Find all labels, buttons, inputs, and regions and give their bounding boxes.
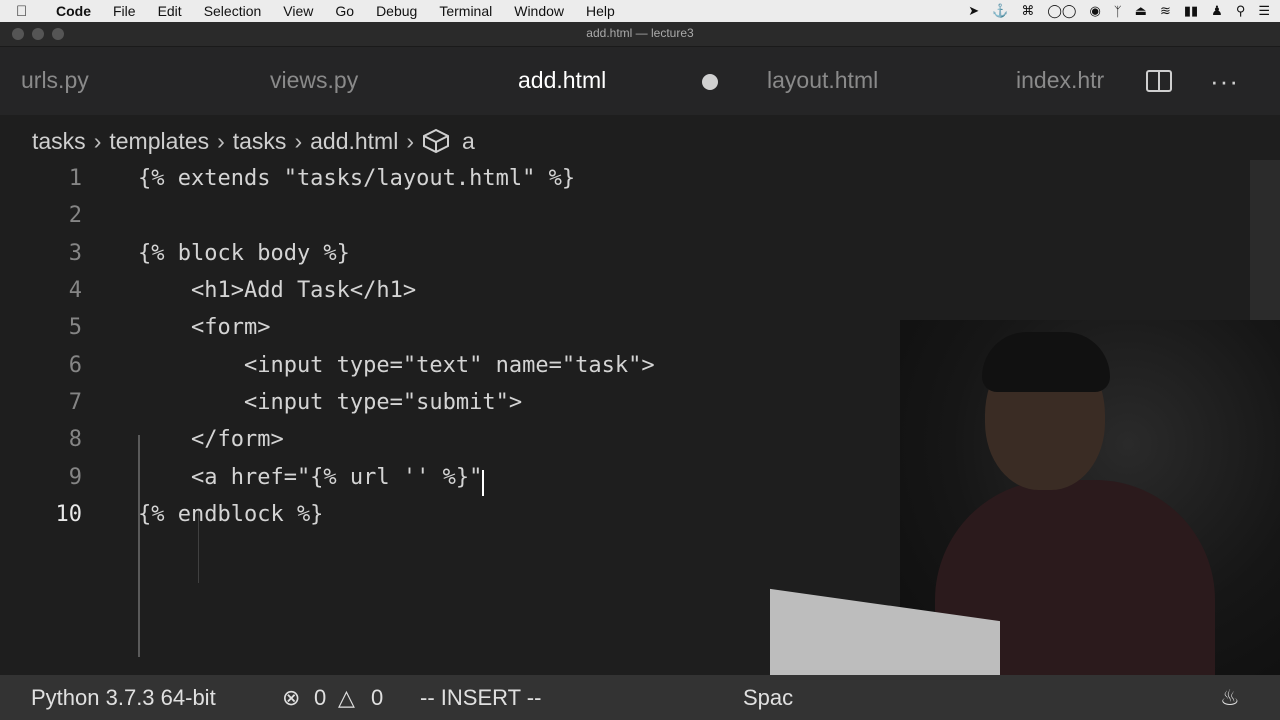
breadcrumb-item[interactable]: tasks [32, 128, 86, 155]
menu-app-name[interactable]: Code [56, 3, 91, 19]
tab-index-html[interactable]: index.htr [1016, 67, 1104, 94]
line-number: 1 [68, 166, 82, 191]
tab-views-py[interactable]: views.py [270, 67, 358, 94]
line-number: 5 [68, 315, 82, 340]
python-interpreter[interactable]: Python 3.7.3 64-bit [31, 685, 216, 711]
breadcrumb: tasks › templates › tasks › add.html › a [32, 126, 475, 156]
command-icon[interactable]: ⌘ [1021, 3, 1034, 19]
line-text: {% block body %} [138, 241, 350, 266]
breadcrumb-item[interactable]: add.html [310, 128, 398, 155]
code-line[interactable]: 3 {% block body %} [0, 241, 1280, 278]
breadcrumb-item[interactable]: templates [109, 128, 209, 155]
tab-layout-html[interactable]: layout.html [767, 67, 878, 94]
line-text: {% extends "tasks/layout.html" %} [138, 166, 576, 191]
line-number: 3 [68, 241, 82, 266]
line-number: 7 [68, 390, 82, 415]
user-icon[interactable]: ♟ [1211, 3, 1223, 19]
code-line[interactable]: 1 {% extends "tasks/layout.html" %} [0, 166, 1280, 203]
window-title: add.html — lecture3 [586, 26, 694, 40]
menu-selection[interactable]: Selection [204, 3, 262, 19]
wifi-icon[interactable]: ≋ [1160, 3, 1171, 19]
chevron-right-icon: › [217, 127, 225, 154]
chevron-right-icon: › [294, 127, 303, 154]
search-icon[interactable]: ⚲ [1236, 3, 1246, 19]
notifications-bell-icon[interactable]: ♨ [1220, 685, 1240, 711]
warning-count[interactable]: 0 [371, 685, 383, 711]
menu-list-icon[interactable]: ☰ [1258, 3, 1270, 19]
window-title-bar: add.html — lecture3 [0, 22, 1280, 47]
menu-go[interactable]: Go [335, 3, 354, 19]
line-text: <input type="submit"> [138, 390, 523, 415]
line-number: 2 [68, 203, 82, 228]
menu-view[interactable]: View [283, 3, 313, 19]
code-line[interactable]: 4 <h1>Add Task</h1> [0, 278, 1280, 315]
chevron-right-icon: › [93, 127, 102, 154]
tab-urls-py[interactable]: urls.py [21, 67, 89, 94]
menu-bar:  Code File Edit Selection View Go Debug… [0, 0, 1280, 22]
apple-icon[interactable]:  [16, 3, 38, 20]
menu-edit[interactable]: Edit [158, 3, 182, 19]
line-text: <a href="{% url '' %}" [138, 465, 483, 490]
menu-file[interactable]: File [113, 3, 136, 19]
line-number: 9 [68, 465, 82, 490]
chevron-right-icon: › [406, 127, 414, 154]
line-text: <input type="text" name="task"> [138, 353, 655, 378]
line-text: {% endblock %} [138, 502, 324, 527]
editor-tabs: urls.py views.py add.html layout.html in… [0, 47, 1280, 115]
errors-icon[interactable]: ⊗ [282, 685, 300, 711]
line-number: 10 [55, 502, 83, 527]
unsaved-dot-icon[interactable] [702, 74, 718, 90]
error-count[interactable]: 0 [314, 685, 326, 711]
menu-terminal[interactable]: Terminal [439, 3, 492, 19]
code-line[interactable]: 2 [0, 203, 1280, 240]
presenter-video [770, 320, 1280, 712]
line-number: 8 [68, 427, 82, 452]
line-number: 4 [68, 278, 82, 303]
more-actions-icon[interactable]: ··· [1210, 66, 1239, 97]
battery-icon[interactable]: ▮▮ [1184, 3, 1198, 19]
line-text: <h1>Add Task</h1> [138, 278, 417, 303]
docker-icon[interactable]: ⚓ [992, 3, 1008, 19]
location-icon[interactable]: ➤ [968, 3, 979, 19]
status-bar: Python 3.7.3 64-bit ⊗ 0 △ 0 -- INSERT --… [0, 675, 1280, 720]
sync-icon[interactable]: ◉ [1089, 3, 1100, 19]
breadcrumb-item[interactable]: tasks [233, 128, 287, 155]
bluetooth-icon[interactable]: ᛉ [1114, 4, 1122, 19]
text-cursor [482, 470, 484, 496]
menu-debug[interactable]: Debug [376, 3, 417, 19]
warning-icon[interactable]: △ [338, 685, 355, 711]
status-tray: ➤ ⚓ ⌘ ◯◯ ◉ ᛉ ⏏ ≋ ▮▮ ♟ ⚲ ☰ [968, 0, 1270, 22]
menu-window[interactable]: Window [514, 3, 564, 19]
vim-mode: -- INSERT -- [420, 685, 542, 710]
indentation-setting[interactable]: Spac [743, 685, 793, 711]
line-number: 6 [68, 353, 82, 378]
menu-help[interactable]: Help [586, 3, 615, 19]
eject-icon[interactable]: ⏏ [1135, 3, 1147, 19]
breadcrumb-item[interactable]: a [462, 128, 475, 155]
cube-icon [423, 128, 449, 154]
split-editor-icon[interactable] [1146, 70, 1172, 92]
glasses-icon[interactable]: ◯◯ [1047, 3, 1076, 19]
line-text: </form> [138, 427, 284, 452]
tab-add-html[interactable]: add.html [518, 67, 606, 94]
presenter-hair [982, 332, 1110, 392]
line-text: <form> [138, 315, 271, 340]
